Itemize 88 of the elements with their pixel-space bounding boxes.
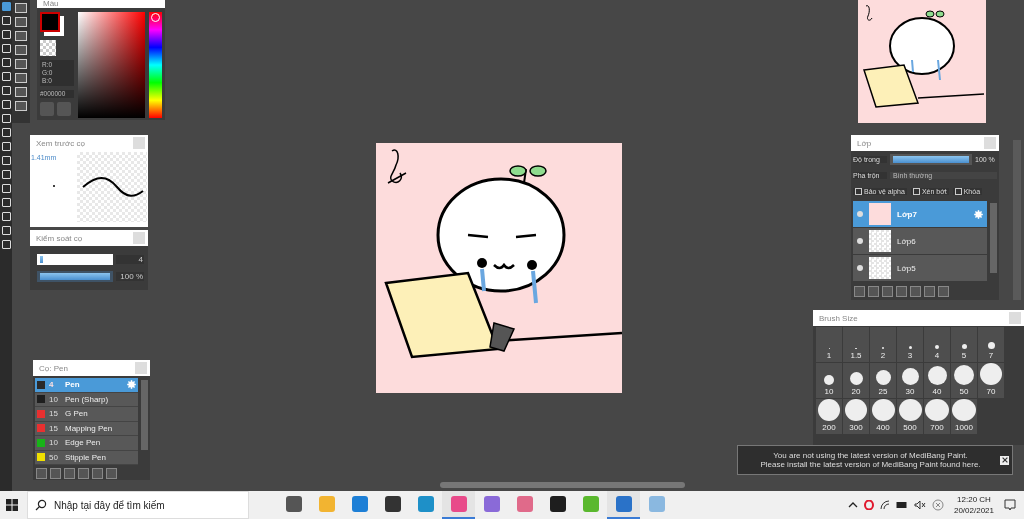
search-icon[interactable] — [35, 499, 47, 511]
tool-icon[interactable] — [15, 87, 27, 97]
brush-name: G Pen — [65, 409, 89, 419]
tool-icon[interactable] — [15, 3, 27, 13]
brush-name: Stipple Pen — [65, 452, 107, 462]
brush-size-option[interactable]: 70 — [978, 363, 1004, 398]
panel-title: Màu — [43, 0, 59, 8]
brush-size-option[interactable]: 40 — [924, 363, 950, 398]
windows-logo-icon[interactable] — [6, 499, 18, 511]
brush-size-option[interactable]: 20 — [843, 363, 869, 398]
brush-name: Pen (Sharp) — [65, 394, 110, 404]
layer-item[interactable]: Lớp5 — [853, 255, 987, 282]
brush-size-option[interactable]: 5 — [951, 327, 977, 362]
tool-icon[interactable] — [15, 59, 27, 69]
layer-thumbnail — [869, 230, 891, 252]
brush-size: 50 — [49, 452, 59, 462]
notification-text: Please install the latest version of MediBang Paint found here. — [760, 460, 981, 469]
tool-icon[interactable] — [15, 17, 27, 27]
visibility-toggle[interactable] — [857, 211, 863, 217]
brush-size-option[interactable]: 1.5 — [843, 327, 869, 362]
clock-time[interactable]: 12:20 CH — [957, 494, 991, 505]
visibility-toggle[interactable] — [857, 265, 863, 271]
panel-title: Xem trước cọ — [36, 138, 85, 148]
scrollbar[interactable] — [440, 482, 685, 488]
brush-size: 4 — [49, 380, 55, 390]
brush-size-option[interactable]: 25 — [870, 363, 896, 398]
panel-title: Kiểm soát cọ — [36, 233, 83, 243]
speaker-muted-icon[interactable] — [913, 500, 926, 510]
transparent-swatch[interactable] — [40, 40, 56, 56]
brush-size-option[interactable]: 10 — [816, 363, 842, 398]
search-field[interactable]: Nhập tại đây để tìm kiếm — [27, 491, 249, 519]
slider-value: 100 % — [116, 272, 144, 281]
visibility-toggle[interactable] — [857, 238, 863, 244]
hue-bar[interactable] — [149, 12, 162, 118]
tool-icon[interactable] — [15, 31, 27, 41]
clock-date[interactable]: 20/02/2021 — [953, 505, 994, 516]
scrollbar[interactable] — [141, 380, 148, 450]
brush-size: 15 — [49, 423, 59, 433]
close-button[interactable] — [1000, 455, 1009, 465]
brush-size-option[interactable]: 200 — [816, 399, 842, 434]
scrollbar[interactable] — [990, 203, 997, 273]
battery-icon[interactable] — [895, 501, 908, 509]
layer-name: Lớp6 — [897, 236, 917, 246]
layer-item[interactable]: Lớp6 — [853, 228, 987, 255]
tool-icon[interactable] — [15, 101, 27, 111]
chevron-up-icon[interactable] — [847, 500, 858, 510]
brush-size-option[interactable]: 1 — [816, 327, 842, 362]
gear-icon[interactable] — [127, 380, 136, 390]
brush-size-option[interactable]: 50 — [951, 363, 977, 398]
brush-name: Pen — [65, 380, 81, 390]
panel-title: Brush Size — [819, 313, 858, 323]
gear-icon[interactable] — [974, 209, 983, 219]
brush-size-option[interactable]: 300 — [843, 399, 869, 434]
drawing-canvas[interactable] — [376, 143, 622, 393]
layer-name: Lớp5 — [897, 263, 917, 273]
layer-thumbnail — [869, 257, 891, 279]
slider-value: 4 — [116, 255, 144, 264]
brush-item[interactable]: 10 Edge Pen — [35, 436, 138, 451]
brush-name: Mapping Pen — [65, 423, 114, 433]
browser-icon[interactable] — [863, 500, 874, 510]
brush-size-option[interactable]: 30 — [897, 363, 923, 398]
brush-item[interactable]: 15 G Pen — [35, 407, 138, 422]
panel-title: Lớp — [857, 138, 872, 148]
panel-title: Cọ: Pen — [39, 363, 68, 373]
stroke-preview — [77, 152, 147, 222]
tool-icon[interactable] — [15, 73, 27, 83]
notification-icon[interactable] — [1004, 499, 1016, 511]
color-picker[interactable] — [78, 12, 146, 118]
brush-size-option[interactable]: 4 — [924, 327, 950, 362]
tool-icon[interactable] — [15, 45, 27, 55]
brush-name: Edge Pen — [65, 438, 102, 448]
wifi-icon[interactable] — [879, 500, 890, 510]
brush-size: 10 — [49, 438, 59, 448]
brush-size-option[interactable]: 400 — [870, 399, 896, 434]
brush-size: 10 — [49, 394, 59, 404]
brush-size-option[interactable]: 3 — [897, 327, 923, 362]
brush-size: 15 — [49, 409, 59, 419]
notification-text: You are not using the latest version of MediBang Paint. — [773, 451, 968, 460]
brush-size-option[interactable]: 7 — [978, 327, 1004, 362]
brush-size-option[interactable]: 700 — [924, 399, 950, 434]
slider-track[interactable] — [37, 254, 113, 265]
navigator-preview[interactable] — [858, 0, 986, 123]
close-circle-icon[interactable] — [931, 499, 944, 511]
brush-size-option[interactable]: 2 — [870, 327, 896, 362]
brush-size-option[interactable]: 1000 — [951, 399, 977, 434]
brush-size-option[interactable]: 500 — [897, 399, 923, 434]
layer-thumbnail — [869, 203, 891, 225]
layer-name: Lớp7 — [897, 209, 918, 219]
